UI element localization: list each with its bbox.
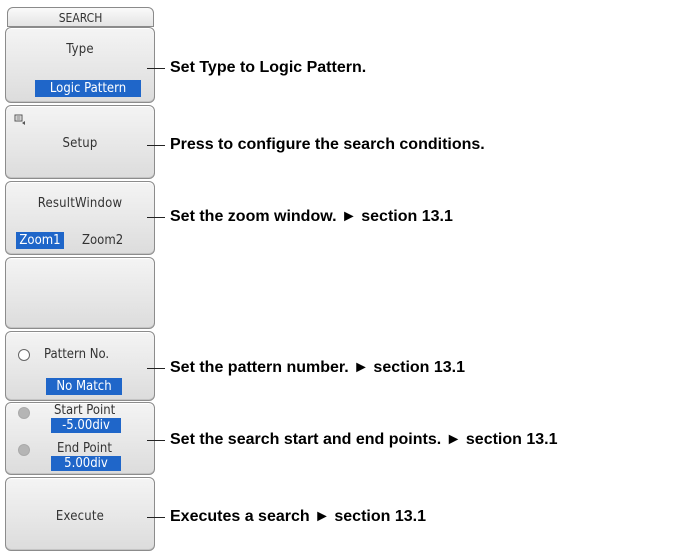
- callout-line-pattern-no: [147, 368, 165, 369]
- callout-line-execute: [147, 517, 165, 518]
- type-value: Logic Pattern: [35, 80, 141, 97]
- end-point-label: End Point: [57, 441, 112, 456]
- callout-line-result-window: [147, 217, 165, 218]
- execute-softkey[interactable]: Execute: [5, 477, 155, 551]
- pattern-no-softkey[interactable]: Pattern No. No Match: [5, 331, 155, 401]
- setup-menu-icon: [14, 114, 25, 125]
- result-window-label: ResultWindow: [37, 196, 123, 211]
- blank-softkey: [5, 257, 155, 329]
- type-label: Type: [66, 42, 94, 57]
- callout-line-setup: [147, 145, 165, 146]
- callout-line-type: [147, 68, 165, 69]
- note-execute: Executes a search ► section 13.1: [170, 508, 426, 525]
- setup-softkey[interactable]: Setup: [5, 105, 155, 179]
- start-point-value: -5.00div: [51, 418, 121, 433]
- note-pattern-no: Set the pattern number. ► section 13.1: [170, 359, 466, 376]
- note-setup: Press to configure the search conditions…: [170, 136, 485, 153]
- start-point-label: Start Point: [54, 403, 116, 418]
- start-end-point-softkey[interactable]: Start Point -5.00div End Point 5.00div: [5, 402, 155, 475]
- zoom1-option: Zoom1: [16, 232, 64, 249]
- end-point-value: 5.00div: [51, 456, 121, 471]
- callout-line-points: [147, 440, 165, 441]
- execute-label: Execute: [55, 509, 105, 524]
- setup-label: Setup: [62, 136, 98, 151]
- note-points: Set the search start and end points. ► s…: [170, 431, 558, 448]
- zoom2-option: Zoom2: [82, 233, 124, 248]
- start-point-knob-icon: [18, 407, 30, 419]
- menu-title-tab: SEARCH: [7, 7, 154, 27]
- jog-knob-icon: [18, 349, 30, 361]
- type-softkey[interactable]: Type Logic Pattern: [5, 27, 155, 103]
- note-type: Set Type to Logic Pattern.: [170, 59, 367, 76]
- result-window-softkey[interactable]: ResultWindow Zoom1 Zoom2: [5, 181, 155, 255]
- pattern-no-value: No Match: [46, 378, 122, 395]
- note-result-window: Set the zoom window. ► section 13.1: [170, 208, 453, 225]
- end-point-knob-icon: [18, 444, 30, 456]
- pattern-no-label: Pattern No.: [44, 347, 110, 362]
